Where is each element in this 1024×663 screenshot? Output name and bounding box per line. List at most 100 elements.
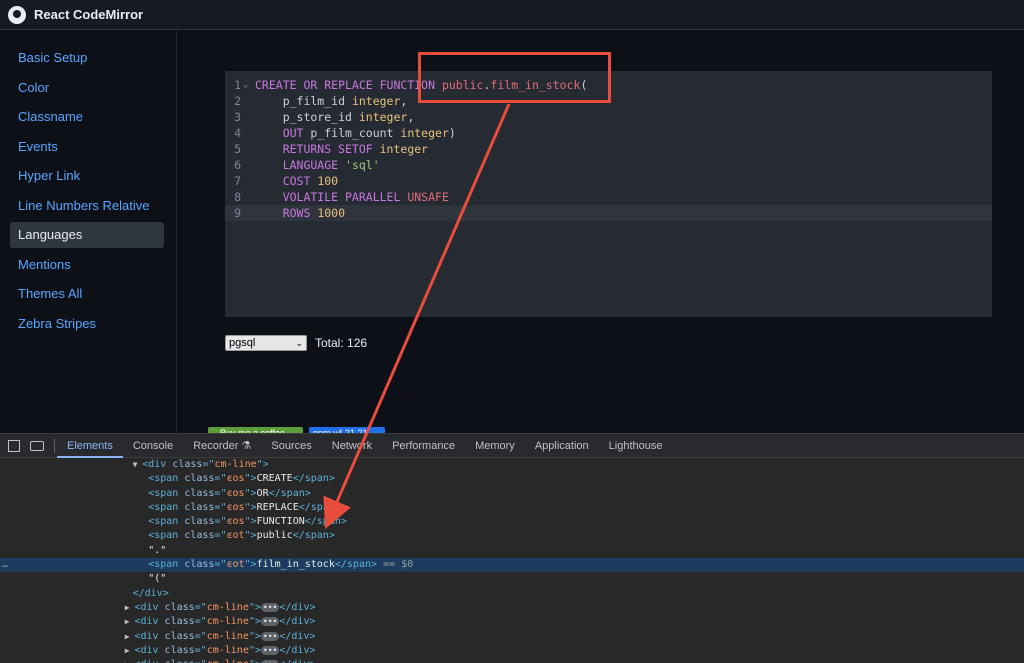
code-line[interactable]: 8 VOLATILE PARALLEL UNSAFE <box>225 189 992 205</box>
code-text: ROWS 1000 <box>255 205 345 221</box>
dom-token: <div <box>134 659 164 663</box>
tab-performance[interactable]: Performance <box>392 434 455 458</box>
dom-token: "> <box>244 501 257 513</box>
dom-token: </span> <box>292 473 335 485</box>
dom-token: ͼot <box>226 530 245 542</box>
dom-token: cm-line <box>207 659 249 663</box>
dom-node[interactable]: ▶ <div class="cm-line">•••</div> <box>0 601 1024 615</box>
sidebar-item-line-numbers-relative[interactable]: Line Numbers Relative <box>10 193 164 219</box>
tab-label: Lighthouse <box>608 439 663 452</box>
inspect-element-icon[interactable] <box>8 439 20 452</box>
dom-node[interactable]: </div> <box>0 587 1024 601</box>
tab-lighthouse[interactable]: Lighthouse <box>609 434 663 458</box>
collapse-triangle-icon[interactable]: ▶ <box>125 603 135 612</box>
sidebar-item-themes-all[interactable]: Themes All <box>10 281 164 307</box>
dom-node[interactable]: <span class="ͼos">OR</span> <box>0 487 1024 501</box>
dom-node[interactable]: <span class="ͼot">public</span> <box>0 529 1024 543</box>
language-select-value: pgsql <box>229 337 256 349</box>
sidebar-item-mentions[interactable]: Mentions <box>10 252 164 278</box>
dom-token: class <box>184 501 215 513</box>
tab-memory[interactable]: Memory <box>475 434 515 458</box>
code-line[interactable]: 9 ROWS 1000 <box>225 205 992 221</box>
dom-token: </div> <box>132 587 169 599</box>
line-number: 2 <box>234 94 241 108</box>
sidebar-item-languages[interactable]: Languages <box>10 222 164 248</box>
dom-token: CREATE <box>256 473 293 485</box>
dom-node[interactable]: … <span class="ͼot">film_in_stock</span> … <box>0 558 1024 573</box>
code-token: 100 <box>317 174 339 188</box>
dom-token: "> <box>248 616 261 628</box>
sidebar-item-classname[interactable]: Classname <box>10 104 164 130</box>
editor-controls: pgsql ⌄ Total: 126 <box>225 335 367 351</box>
dom-node[interactable]: ▶ <div class="cm-line">•••</div> <box>0 615 1024 629</box>
device-toolbar-icon[interactable] <box>30 440 44 451</box>
sidebar-item-basic-setup[interactable]: Basic Setup <box>10 45 164 71</box>
code-line[interactable]: 7 COST 100 <box>225 173 992 189</box>
collapse-triangle-icon[interactable]: ▶ <box>125 617 135 626</box>
ellipsis-icon[interactable]: ••• <box>260 645 280 655</box>
dom-token: "> <box>244 473 257 485</box>
dom-token: <div <box>134 601 165 613</box>
dom-token: cm-line <box>214 459 257 470</box>
line-number: 9 <box>234 206 241 220</box>
code-text: OUT p_film_count integer) <box>255 125 456 141</box>
dom-token: "(" <box>148 573 167 585</box>
dom-node[interactable]: ▼ <div class="cm-line"> <box>0 458 1024 472</box>
dom-token: class <box>172 459 203 470</box>
dom-node[interactable]: "(" <box>0 572 1024 586</box>
code-editor[interactable]: 1 ⌄ CREATE OR REPLACE FUNCTION public.film… <box>225 71 992 317</box>
dom-token: "> <box>248 630 261 642</box>
dom-token: =" <box>202 459 215 470</box>
dom-token: ͼos <box>226 501 245 513</box>
code-line[interactable]: 5 RETURNS SETOF integer <box>225 141 992 157</box>
dom-node[interactable]: <span class="ͼos">FUNCTION</span> <box>0 515 1024 529</box>
logo-icon <box>8 5 26 24</box>
line-number: 7 <box>234 174 241 188</box>
tab-sources[interactable]: Sources <box>271 434 311 458</box>
dom-token: <span <box>148 501 185 513</box>
line-number: 5 <box>234 142 241 156</box>
collapse-triangle-icon[interactable]: ▶ <box>125 646 135 655</box>
dom-token: =" <box>214 559 227 571</box>
more-options-icon[interactable]: … <box>2 558 8 572</box>
tab-elements[interactable]: Elements <box>57 434 123 458</box>
ellipsis-icon[interactable]: ••• <box>260 631 280 641</box>
dom-token: </div> <box>279 659 315 663</box>
tab-label: Memory <box>475 439 515 452</box>
collapse-triangle-icon[interactable]: ▶ <box>125 632 135 641</box>
sidebar-item-events[interactable]: Events <box>10 134 164 160</box>
dom-node[interactable]: "." <box>0 544 1024 558</box>
tab-console[interactable]: Console <box>133 434 173 458</box>
sidebar-item-color[interactable]: Color <box>10 75 164 101</box>
sidebar-item-hyper-link[interactable]: Hyper Link <box>10 163 164 189</box>
dom-token: "> <box>249 659 261 663</box>
flask-icon: ⚗ <box>238 439 252 452</box>
dom-token: =" <box>194 601 207 613</box>
tab-application[interactable]: Application <box>535 434 589 458</box>
dom-token: </div> <box>279 616 316 628</box>
code-line[interactable]: 6 LANGUAGE 'sql' <box>225 157 992 173</box>
ellipsis-icon[interactable]: ••• <box>260 617 280 627</box>
dom-node[interactable]: <span class="ͼos">CREATE</span> <box>0 472 1024 486</box>
dom-node[interactable]: <span class="ͼos">REPLACE</span> <box>0 501 1024 515</box>
code-text: RETURNS SETOF integer <box>255 141 428 157</box>
sidebar-item-zebra-stripes[interactable]: Zebra Stripes <box>10 311 164 337</box>
dom-token: "> <box>244 530 257 542</box>
language-select[interactable]: pgsql ⌄ <box>225 335 307 351</box>
tab-label: Elements <box>67 439 113 452</box>
dom-token: cm-line <box>206 644 249 656</box>
dom-node[interactable]: ▶ <div class="cm-line">•••</div> <box>0 644 1024 658</box>
expand-triangle-icon[interactable]: ▼ <box>133 460 143 469</box>
fold-chevron-icon[interactable]: ⌄ <box>243 77 248 93</box>
line-number: 6 <box>234 158 241 172</box>
code-token: RETURNS SETOF <box>255 142 380 156</box>
tab-label: Sources <box>271 439 312 452</box>
code-line[interactable]: 3 p_store_id integer, <box>225 109 992 125</box>
dom-node[interactable]: ▶ <div class="cm-line">•••</div> <box>0 630 1024 644</box>
code-line[interactable]: 4 OUT p_film_count integer) <box>225 125 992 141</box>
tab-recorder[interactable]: Recorder ⚗ <box>193 434 251 458</box>
ellipsis-icon[interactable]: ••• <box>260 602 280 612</box>
dom-node[interactable]: ▶ <div class="cm-line">•••</div> <box>0 658 1024 663</box>
tab-network[interactable]: Network <box>332 434 372 458</box>
dom-token: <div <box>134 644 165 656</box>
